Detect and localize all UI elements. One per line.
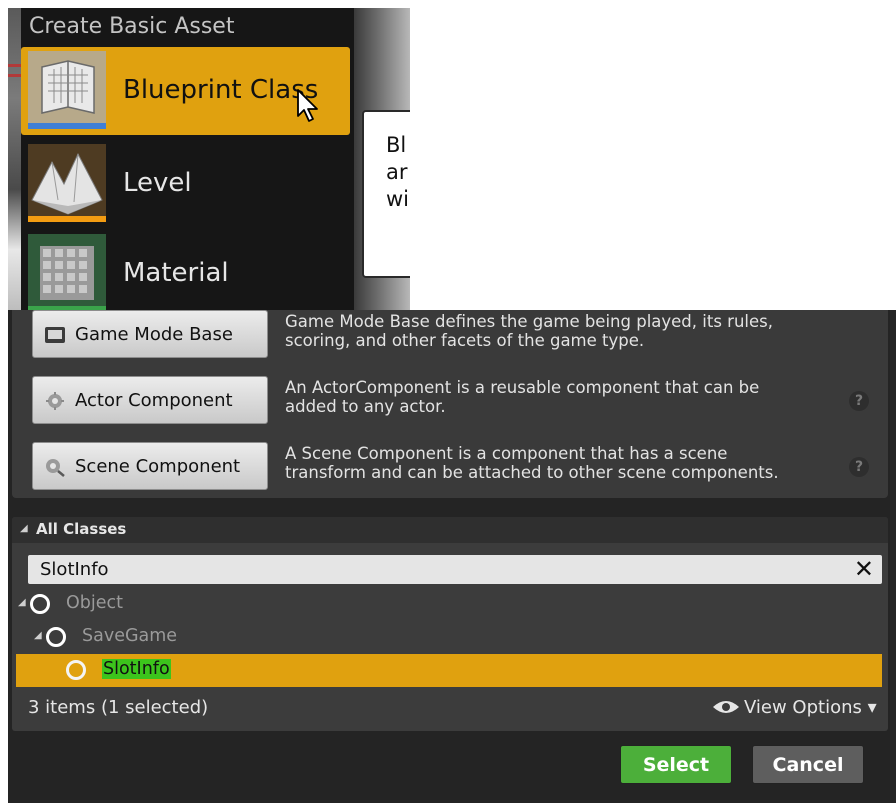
description-line: An ActorComponent is a reusable componen…: [285, 378, 760, 397]
items-status: 3 items (1 selected): [28, 697, 209, 718]
menu-item-label: Blueprint Class: [123, 75, 319, 105]
description-line: added to any actor.: [285, 397, 446, 416]
expand-triangle-icon[interactable]: ◢: [18, 597, 26, 608]
create-asset-menu-region: Create Basic Asset Blueprint Class Level…: [8, 8, 410, 310]
common-class-row: Actor Component An ActorComponent is a r…: [12, 376, 888, 436]
collapse-triangle-icon: ◢: [20, 523, 28, 534]
view-options-button[interactable]: View Options ▾: [712, 697, 877, 718]
all-classes-panel: ◢ All Classes SlotInfo ✕ ◢ Object ◢ Save…: [12, 517, 888, 731]
tree-item-label: SaveGame: [82, 626, 178, 646]
help-icon[interactable]: ?: [849, 457, 869, 477]
description-line: Game Mode Base defines the game being pl…: [285, 312, 773, 331]
material-icon: [28, 234, 106, 310]
menu-section-title: Create Basic Asset: [29, 14, 235, 39]
common-classes-panel: Game Mode Base Game Mode Base defines th…: [12, 310, 888, 498]
button-label: Scene Component: [75, 456, 241, 477]
class-description: An ActorComponent is a reusable componen…: [285, 378, 825, 416]
class-description: Game Mode Base defines the game being pl…: [285, 312, 825, 350]
tree-item-slotinfo[interactable]: SlotInfo: [16, 654, 882, 687]
tooltip-line: Bl: [386, 133, 407, 157]
game-mode-base-button[interactable]: Game Mode Base: [32, 310, 268, 358]
tooltip-line: ar: [386, 160, 408, 184]
description-line: transform and can be attached to other s…: [285, 463, 779, 482]
common-class-row: Game Mode Base Game Mode Base defines th…: [12, 310, 888, 370]
view-options-label: View Options: [744, 697, 862, 718]
tree-item-savegame[interactable]: ◢ SaveGame: [16, 621, 882, 654]
pick-parent-class-dialog: Game Mode Base Game Mode Base defines th…: [8, 310, 896, 803]
tree-item-object[interactable]: ◢ Object: [16, 588, 882, 621]
eye-icon: [712, 699, 740, 715]
tooltip-line: wi: [386, 187, 410, 211]
menu-item-level[interactable]: Level: [21, 140, 350, 228]
menu-item-material[interactable]: Material: [21, 230, 350, 310]
create-basic-asset-menu: Create Basic Asset Blueprint Class Level…: [21, 8, 354, 310]
blueprint-icon: [28, 51, 106, 129]
class-circle-icon: [30, 594, 50, 614]
help-icon[interactable]: ?: [849, 391, 869, 411]
actor-component-button[interactable]: Actor Component: [32, 376, 268, 424]
menu-item-label: Level: [123, 168, 192, 198]
class-search-input[interactable]: SlotInfo ✕: [28, 555, 882, 584]
tree-item-label: SlotInfo: [102, 659, 171, 679]
asset-tooltip: Bl ar wi: [362, 110, 410, 278]
level-icon: [28, 144, 106, 222]
section-title: All Classes: [36, 520, 127, 538]
cancel-button[interactable]: Cancel: [752, 745, 864, 784]
button-label: Game Mode Base: [75, 324, 233, 345]
game-mode-icon: [44, 325, 66, 345]
menu-item-label: Material: [123, 258, 229, 288]
tree-item-label: Object: [66, 593, 123, 613]
select-button[interactable]: Select: [620, 745, 732, 784]
class-circle-icon: [66, 660, 86, 680]
description-line: A Scene Component is a component that ha…: [285, 444, 728, 463]
expand-triangle-icon[interactable]: ◢: [34, 630, 42, 641]
description-line: scoring, and other facets of the game ty…: [285, 331, 645, 350]
clear-search-icon[interactable]: ✕: [854, 555, 874, 584]
class-circle-icon: [46, 627, 66, 647]
mouse-cursor-icon: [297, 89, 318, 122]
scene-component-button[interactable]: Scene Component: [32, 442, 268, 490]
chevron-down-icon: ▾: [861, 697, 877, 718]
class-description: A Scene Component is a component that ha…: [285, 444, 825, 482]
search-value: SlotInfo: [40, 559, 109, 580]
scene-component-icon: [44, 457, 66, 477]
button-label: Actor Component: [75, 390, 233, 411]
all-classes-header[interactable]: ◢ All Classes: [12, 517, 888, 543]
actor-component-icon: [44, 391, 66, 411]
common-class-row: Scene Component A Scene Component is a c…: [12, 442, 888, 502]
